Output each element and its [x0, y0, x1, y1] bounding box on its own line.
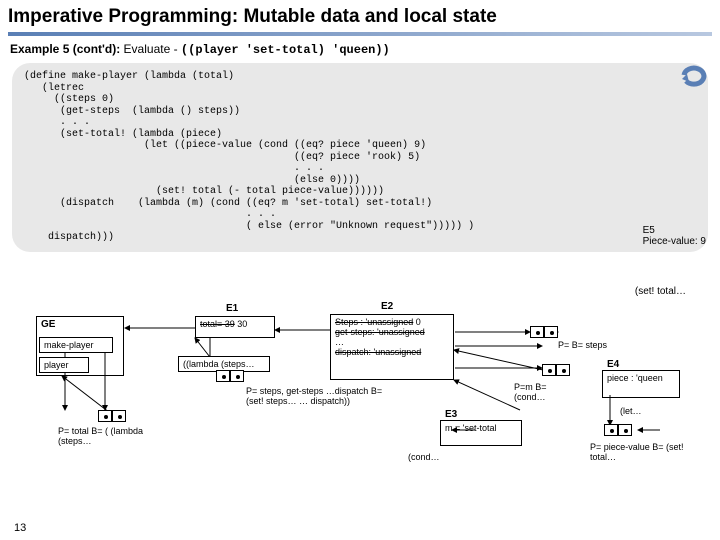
- loop-icon: [678, 59, 714, 94]
- total-struck: total= 39: [200, 319, 235, 329]
- env-e3: E3 m = 'set-total: [440, 420, 522, 446]
- total-new: 30: [237, 319, 247, 329]
- cell-ge-1: [98, 410, 112, 422]
- environment-diagram: GE make-player player P= total B= ( (lam…: [0, 310, 720, 520]
- divider: [8, 32, 712, 36]
- e2-dots: …: [335, 337, 449, 347]
- code-box: (define make-player (lambda (total) (let…: [12, 63, 708, 252]
- cell-e2a-1: [530, 326, 544, 338]
- slide-number: 13: [14, 522, 26, 534]
- cell-e2a-2: [544, 326, 558, 338]
- env-ge-label: GE: [41, 319, 55, 330]
- p-steps: P= steps, get-steps …dispatch B= (set! s…: [246, 386, 396, 407]
- e2-dispatch: dispatch: 'unassigned: [335, 347, 421, 357]
- e4-let: (let…: [620, 406, 642, 416]
- p-total: P= total B= ( (lambda (steps…: [58, 426, 178, 447]
- e2-steps-struck: Steps : 'unassigned: [335, 317, 413, 327]
- env-e1: E1 total= 39 30: [195, 316, 275, 338]
- p-m: P=m B=(cond…: [514, 382, 574, 403]
- player-box: player: [39, 357, 89, 373]
- cell-e1-1: [216, 370, 230, 382]
- cell-e2b-2: [556, 364, 570, 376]
- env-ge: GE make-player player: [36, 316, 124, 376]
- env-e2-label: E2: [381, 301, 393, 312]
- env-e3-label: E3: [445, 409, 457, 420]
- cell-e2b-1: [542, 364, 556, 376]
- note-settotal: (set! total…: [635, 286, 686, 297]
- env-e4: E4 piece : 'queen: [602, 370, 680, 398]
- example-text: Evaluate -: [124, 42, 178, 56]
- code-listing: (define make-player (lambda (total) (let…: [24, 71, 696, 244]
- e4-body: piece : 'queen: [607, 373, 663, 383]
- p-bsteps: P= B= steps: [558, 340, 618, 350]
- cell-e4-1: [604, 424, 618, 436]
- e3-body: m = 'set-total: [445, 423, 497, 433]
- e2-getsteps: get-steps: 'unassigned: [335, 327, 425, 337]
- make-player-box: make-player: [39, 337, 113, 353]
- cell-ge-2: [112, 410, 126, 422]
- env-e4-label: E4: [607, 359, 619, 370]
- p-piece: P= piece-value B= (set! total…: [590, 442, 690, 463]
- e2-steps-new: 0: [416, 317, 421, 327]
- cell-e1-2: [230, 370, 244, 382]
- cell-e4-2: [618, 424, 632, 436]
- e3-cond: (cond…: [408, 452, 440, 462]
- env-e2: E2 Steps : 'unassigned 0 get-steps: 'una…: [330, 314, 454, 380]
- example-code: ((player 'set-total) 'queen)): [181, 43, 390, 57]
- example-subtitle: Example 5 (cont'd): Evaluate - ((player …: [0, 42, 720, 63]
- page-title: Imperative Programming: Mutable data and…: [0, 0, 720, 32]
- env-e1-label: E1: [226, 303, 238, 314]
- example-label: Example 5 (cont'd):: [10, 42, 120, 56]
- note-e5: E5Piece-value: 9: [643, 225, 706, 247]
